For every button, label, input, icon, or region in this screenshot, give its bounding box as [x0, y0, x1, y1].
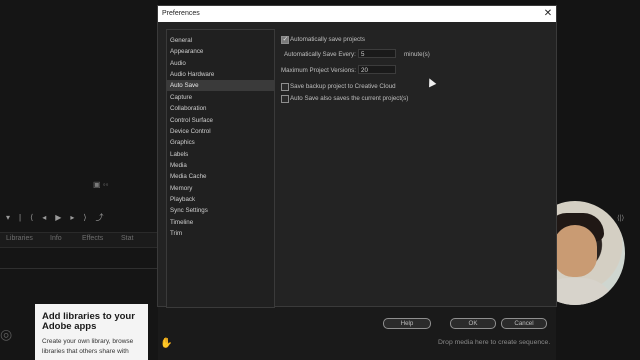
preferences-sidebar: General Appearance Audio Audio Hardware …	[166, 29, 275, 308]
sidebar-item-media-cache[interactable]: Media Cache	[167, 171, 274, 182]
sidebar-item-auto-save[interactable]: Auto Save	[167, 80, 274, 91]
sidebar-item-control-surface[interactable]: Control Surface	[167, 115, 274, 126]
monitor-controls-icons: ▣ ◦◦	[93, 180, 109, 189]
ok-button[interactable]: OK	[450, 318, 496, 329]
also-saves-label: Auto Save also saves the current project…	[290, 95, 409, 102]
auto-save-settings: Automatically save projects Automaticall…	[278, 30, 548, 300]
libraries-promo-card: Add libraries to your Adobe apps Create …	[35, 304, 148, 360]
sidebar-item-timeline[interactable]: Timeline	[167, 217, 274, 228]
transport-controls[interactable]: ▾|⟨◂▶▸⟩⤴	[6, 212, 113, 223]
sidebar-item-playback[interactable]: Playback	[167, 194, 274, 205]
sidebar-item-graphics[interactable]: Graphics	[167, 137, 274, 148]
libraries-placeholder-icon: ◎	[0, 326, 13, 342]
help-button[interactable]: Help	[383, 318, 431, 329]
save-every-unit: minute(s)	[404, 51, 430, 58]
sidebar-item-audio[interactable]: Audio	[167, 58, 274, 69]
sidebar-item-general[interactable]: General	[167, 35, 274, 46]
save-every-label: Automatically Save Every:	[284, 51, 356, 58]
timeline-drop-text: Drop media here to create sequence.	[438, 339, 551, 346]
close-icon[interactable]: ✕	[543, 8, 553, 20]
sidebar-item-device-control[interactable]: Device Control	[167, 126, 274, 137]
sidebar-item-labels[interactable]: Labels	[167, 149, 274, 160]
backup-cc-checkbox[interactable]	[281, 83, 289, 91]
sidebar-item-collaboration[interactable]: Collaboration	[167, 103, 274, 114]
sidebar-item-trim[interactable]: Trim	[167, 228, 274, 239]
right-panel-controls: ⟨|⟩	[617, 215, 625, 222]
backup-cc-label: Save backup project to Creative Cloud	[290, 83, 396, 90]
libraries-promo-title: Add libraries to your Adobe apps	[42, 311, 135, 332]
preferences-dialog: Preferences ✕ General Appearance Audio A…	[158, 6, 556, 329]
sidebar-item-media[interactable]: Media	[167, 160, 274, 171]
sidebar-item-appearance[interactable]: Appearance	[167, 46, 274, 57]
sidebar-item-sync-settings[interactable]: Sync Settings	[167, 205, 274, 216]
max-versions-input[interactable]: 20	[358, 65, 396, 74]
cancel-button[interactable]: Cancel	[501, 318, 547, 329]
dialog-titlebar: Preferences ✕	[158, 6, 556, 22]
hand-tool-icon[interactable]: ✋	[160, 338, 172, 349]
sidebar-item-memory[interactable]: Memory	[167, 183, 274, 194]
tab-info[interactable]: Info	[50, 235, 62, 242]
right-panel-area	[556, 0, 640, 360]
sidebar-item-capture[interactable]: Capture	[167, 92, 274, 103]
panel-tab-bar: Libraries Info Effects Stat	[0, 232, 158, 248]
save-every-input[interactable]: 5	[358, 49, 396, 58]
tab-effects[interactable]: Effects	[82, 235, 103, 242]
also-saves-checkbox[interactable]	[281, 95, 289, 103]
libraries-promo-body: Create your own library, browse librarie…	[42, 338, 134, 355]
auto-save-checkbox[interactable]	[281, 35, 289, 44]
sidebar-item-audio-hardware[interactable]: Audio Hardware	[167, 69, 274, 80]
tab-libraries[interactable]: Libraries	[6, 235, 33, 242]
dialog-title: Preferences	[162, 10, 200, 17]
presenter-face	[553, 225, 597, 277]
timeline-area	[158, 306, 556, 360]
tab-stat[interactable]: Stat	[121, 235, 133, 242]
max-versions-label: Maximum Project Versions:	[281, 67, 356, 74]
auto-save-label: Automatically save projects	[290, 36, 365, 43]
panel-divider	[0, 268, 158, 269]
